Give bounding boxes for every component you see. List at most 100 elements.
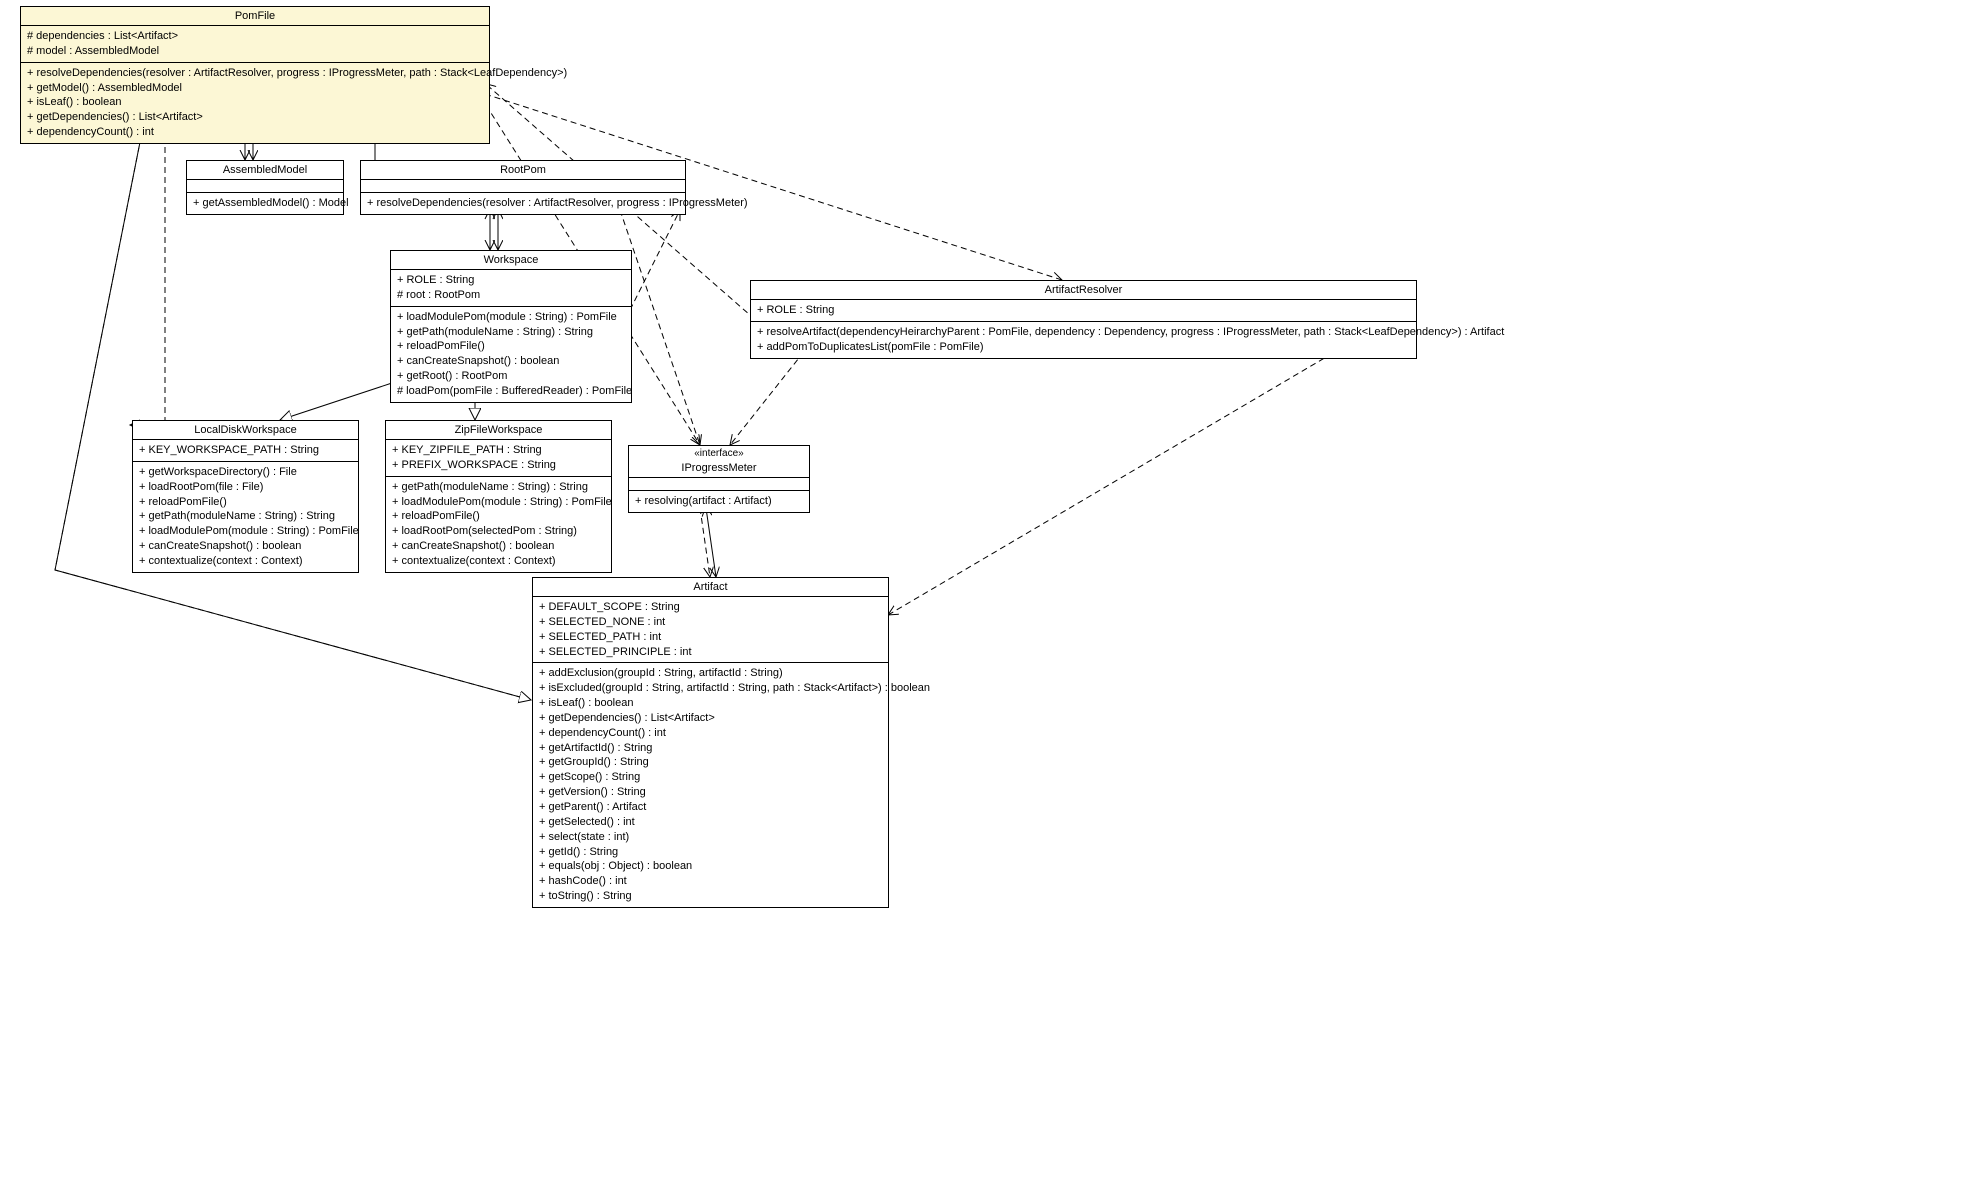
- class-methods: + getWorkspaceDirectory() : File+ loadRo…: [133, 462, 358, 572]
- method: + isLeaf() : boolean: [27, 95, 483, 110]
- method: + getDependencies() : List<Artifact>: [539, 711, 882, 726]
- method: + getRoot() : RootPom: [397, 369, 625, 384]
- class-name: Workspace: [391, 251, 631, 270]
- connection-7: [130, 117, 165, 425]
- method: + loadRootPom(selectedPom : String): [392, 524, 605, 539]
- method: + contextualize(context : Context): [139, 554, 352, 569]
- class-name: LocalDiskWorkspace: [133, 421, 358, 440]
- connection-5: [280, 382, 395, 420]
- method: + addPomToDuplicatesList(pomFile : PomFi…: [757, 340, 1410, 355]
- method: + getDependencies() : List<Artifact>: [27, 110, 483, 125]
- attr: # root : RootPom: [397, 288, 625, 303]
- class-Artifact: Artifact+ DEFAULT_SCOPE : String+ SELECT…: [532, 577, 889, 908]
- method: + getGroupId() : String: [539, 755, 882, 770]
- class-attrs: + DEFAULT_SCOPE : String+ SELECTED_NONE …: [533, 597, 888, 663]
- connection-11: [630, 210, 680, 310]
- class-IProgressMeter: «interface»IProgressMeter+ resolving(art…: [628, 445, 810, 513]
- method: + getWorkspaceDirectory() : File: [139, 465, 352, 480]
- class-LocalDiskWorkspace: LocalDiskWorkspace + KEY_WORKSPACE_PATH :…: [132, 420, 359, 573]
- method: + addExclusion(groupId : String, artifac…: [539, 666, 882, 681]
- method: + reloadPomFile(): [139, 495, 352, 510]
- class-attrs: # dependencies : List<Artifact># model :…: [21, 26, 489, 63]
- method: + loadModulePom(module : String) : PomFi…: [139, 524, 352, 539]
- class-name: AssembledModel: [187, 161, 343, 180]
- method: + getPath(moduleName : String) : String: [392, 480, 605, 495]
- method: + equals(obj : Object) : boolean: [539, 859, 882, 874]
- attr: + ROLE : String: [757, 303, 1410, 318]
- class-methods: + addExclusion(groupId : String, artifac…: [533, 663, 888, 907]
- class-methods: + resolving(artifact : Artifact): [629, 491, 809, 512]
- attr: + KEY_WORKSPACE_PATH : String: [139, 443, 352, 458]
- connection-15: [620, 210, 700, 445]
- class-name: RootPom: [361, 161, 685, 180]
- attr: + SELECTED_NONE : int: [539, 615, 882, 630]
- method: + reloadPomFile(): [392, 509, 605, 524]
- class-methods: + getPath(moduleName : String) : String+…: [386, 477, 611, 572]
- method: + dependencyCount() : int: [539, 726, 882, 741]
- method: + resolveArtifact(dependencyHeirarchyPar…: [757, 325, 1410, 340]
- attr: + ROLE : String: [397, 273, 625, 288]
- class-name: IProgressMeter: [629, 459, 809, 478]
- method: + loadRootPom(file : File): [139, 480, 352, 495]
- class-attrs: + KEY_WORKSPACE_PATH : String: [133, 440, 358, 462]
- method: + reloadPomFile(): [397, 339, 625, 354]
- class-ArtifactResolver: ArtifactResolver + ROLE : String + resolve…: [750, 280, 1417, 359]
- class-attrs: [187, 180, 343, 193]
- method: + getPath(moduleName : String) : String: [397, 325, 625, 340]
- class-name: Artifact: [533, 578, 888, 597]
- method: + getArtifactId() : String: [539, 741, 882, 756]
- method: + getId() : String: [539, 845, 882, 860]
- method: + dependencyCount() : int: [27, 125, 483, 140]
- method: + contextualize(context : Context): [392, 554, 605, 569]
- attr: # dependencies : List<Artifact>: [27, 29, 483, 44]
- class-attrs: + ROLE : String# root : RootPom: [391, 270, 631, 307]
- class-attrs: + KEY_ZIPFILE_PATH : String+ PREFIX_WORK…: [386, 440, 611, 477]
- class-attrs: [629, 478, 809, 491]
- attr: + KEY_ZIPFILE_PATH : String: [392, 443, 605, 458]
- connection-16: [730, 344, 810, 445]
- method: + isLeaf() : boolean: [539, 696, 882, 711]
- connection-19: [888, 343, 1350, 615]
- method: + getModel() : AssembledModel: [27, 81, 483, 96]
- connection-17: [700, 508, 710, 577]
- class-methods: + resolveDependencies(resolver : Artifac…: [21, 63, 489, 143]
- method: + canCreateSnapshot() : boolean: [139, 539, 352, 554]
- method: + toString() : String: [539, 889, 882, 904]
- class-name: ArtifactResolver: [751, 281, 1416, 300]
- method: + select(state : int): [539, 830, 882, 845]
- method: + getVersion() : String: [539, 785, 882, 800]
- method: + hashCode() : int: [539, 874, 882, 889]
- class-methods: + resolveArtifact(dependencyHeirarchyPar…: [751, 322, 1416, 358]
- class-Workspace: Workspace+ ROLE : String# root : RootPom…: [390, 250, 632, 403]
- class-name: PomFile: [21, 7, 489, 26]
- class-attrs: + ROLE : String: [751, 300, 1416, 322]
- method: + getParent() : Artifact: [539, 800, 882, 815]
- method: + loadModulePom(module : String) : PomFi…: [397, 310, 625, 325]
- method: + resolveDependencies(resolver : Artifac…: [367, 196, 679, 211]
- method: + canCreateSnapshot() : boolean: [397, 354, 625, 369]
- class-methods: + loadModulePom(module : String) : PomFi…: [391, 307, 631, 402]
- class-methods: + getAssembledModel() : Model: [187, 193, 343, 214]
- class-attrs: [361, 180, 685, 193]
- method: + resolveDependencies(resolver : Artifac…: [27, 66, 483, 81]
- class-ZipFileWorkspace: ZipFileWorkspace+ KEY_ZIPFILE_PATH : Str…: [385, 420, 612, 573]
- attr: + DEFAULT_SCOPE : String: [539, 600, 882, 615]
- attr: + PREFIX_WORKSPACE : String: [392, 458, 605, 473]
- method: # loadPom(pomFile : BufferedReader) : Po…: [397, 384, 625, 399]
- connection-8: [130, 117, 165, 425]
- method: + loadModulePom(module : String) : PomFi…: [392, 495, 605, 510]
- method: + canCreateSnapshot() : boolean: [392, 539, 605, 554]
- class-AssembledModel: AssembledModel + getAssembledModel() : Mo…: [186, 160, 344, 215]
- class-methods: + resolveDependencies(resolver : Artifac…: [361, 193, 685, 214]
- attr: + SELECTED_PRINCIPLE : int: [539, 645, 882, 660]
- method: + getScope() : String: [539, 770, 882, 785]
- attr: # model : AssembledModel: [27, 44, 483, 59]
- method: + resolving(artifact : Artifact): [635, 494, 803, 509]
- connection-18: [706, 508, 716, 577]
- class-name: ZipFileWorkspace: [386, 421, 611, 440]
- method: + getAssembledModel() : Model: [193, 196, 337, 211]
- method: + getPath(moduleName : String) : String: [139, 509, 352, 524]
- class-RootPom: RootPom + resolveDependencies(resolver : …: [360, 160, 686, 215]
- method: + getSelected() : int: [539, 815, 882, 830]
- method: + isExcluded(groupId : String, artifactI…: [539, 681, 882, 696]
